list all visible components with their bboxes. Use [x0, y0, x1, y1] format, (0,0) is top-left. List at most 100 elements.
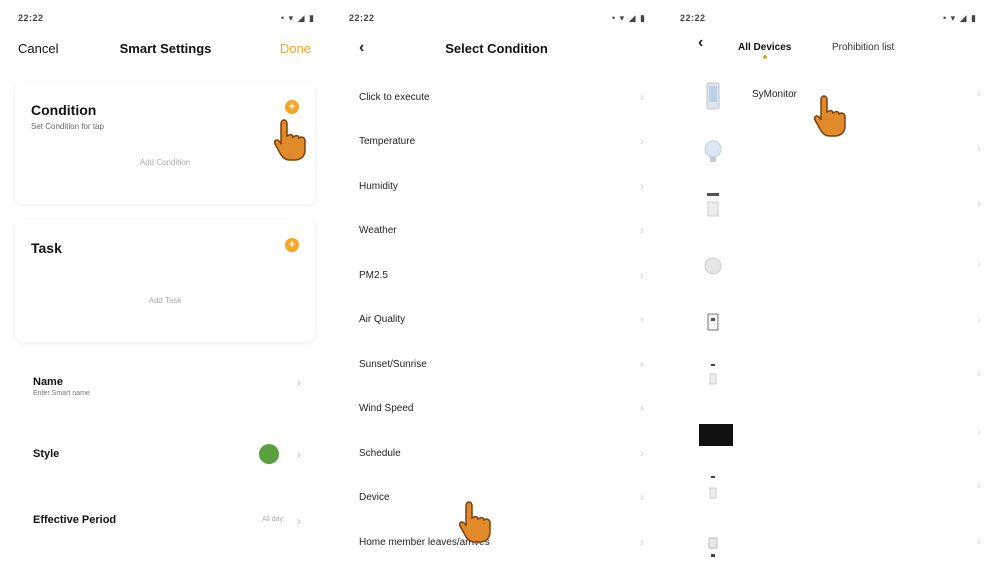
chevron-right-icon: ›: [640, 490, 644, 504]
chevron-right-icon: ›: [297, 376, 301, 390]
chevron-right-icon: ›: [640, 312, 644, 326]
chevron-right-icon: ›: [640, 223, 644, 237]
chevron-right-icon: ›: [977, 258, 981, 270]
condition-item-temperature[interactable]: Temperature ›: [359, 119, 644, 163]
chevron-right-icon: ›: [640, 446, 644, 460]
condition-item-pm25[interactable]: PM2.5 ›: [359, 253, 644, 297]
chevron-right-icon: ›: [640, 268, 644, 282]
round-device-icon: [704, 257, 722, 275]
back-arrow-icon[interactable]: ‹: [698, 34, 703, 52]
device-row[interactable]: ›: [702, 308, 981, 352]
name-sublabel: Enter Smart name: [33, 390, 90, 397]
device-row[interactable]: ›: [702, 530, 981, 566]
device-tabs: ‹ All Devices Prohibition list: [662, 34, 993, 62]
chevron-right-icon: ›: [640, 179, 644, 193]
name-label: Name: [33, 376, 63, 388]
task-title: Task: [31, 240, 62, 256]
name-row[interactable]: Name Enter Smart name ›: [33, 370, 301, 400]
style-row[interactable]: Style ›: [33, 442, 301, 472]
condition-label: Device: [359, 492, 390, 503]
effective-period-row[interactable]: Effective Period All day ›: [33, 508, 301, 538]
pointing-hand-icon: [273, 119, 306, 161]
sensor-device-icon: [709, 364, 717, 385]
chevron-right-icon: ›: [977, 368, 981, 380]
effective-period-label: Effective Period: [33, 514, 117, 526]
add-condition-hint[interactable]: Add Condition: [15, 158, 315, 167]
status-time: 22:22: [349, 13, 375, 23]
condition-subtitle: Set Condition for tap: [31, 122, 104, 131]
device-row[interactable]: ›: [702, 362, 981, 406]
condition-label: Temperature: [359, 136, 416, 147]
select-condition-screen: 22:22 • ▾ ◢ ▮ ‹ Select Condition Click t…: [331, 0, 662, 566]
condition-label: Air Quality: [359, 314, 406, 325]
chevron-right-icon: ›: [977, 536, 981, 548]
condition-item-schedule[interactable]: Schedule ›: [359, 431, 644, 475]
condition-title: Condition: [31, 102, 97, 118]
done-button[interactable]: Done: [280, 41, 311, 56]
plug-device-icon: [707, 313, 719, 331]
nav-bar: ‹ Select Condition: [331, 36, 662, 62]
condition-item-air-quality[interactable]: Air Quality ›: [359, 297, 644, 341]
condition-label: Click to execute: [359, 92, 430, 103]
chevron-right-icon: ›: [977, 426, 981, 438]
misc-device-icon: [708, 537, 718, 557]
condition-label: PM2.5: [359, 270, 388, 281]
device-name: SyMonitor: [752, 89, 798, 100]
effective-period-value: All day: [261, 516, 283, 523]
condition-label: Humidity: [359, 181, 398, 192]
device-list-screen: 22:22 • ▾ ◢ ▮ ‹ All Devices Prohibition …: [662, 0, 993, 566]
device-row[interactable]: ›: [702, 137, 981, 181]
chevron-right-icon: ›: [640, 90, 644, 104]
chevron-right-icon: ›: [977, 314, 981, 326]
chevron-right-icon: ›: [977, 480, 981, 492]
add-task-hint[interactable]: Add Task: [15, 296, 315, 305]
chevron-right-icon: ›: [640, 401, 644, 415]
condition-item-device[interactable]: Device ›: [359, 475, 644, 519]
status-bar: 22:22 • ▾ ◢ ▮: [0, 0, 331, 36]
chevron-right-icon: ›: [640, 357, 644, 371]
style-color-swatch[interactable]: [259, 444, 279, 464]
add-task-icon[interactable]: +: [285, 238, 299, 252]
chevron-right-icon: ›: [297, 448, 301, 462]
condition-item-click-to-execute[interactable]: Click to execute ›: [359, 75, 644, 119]
status-icons: • ▾ ◢ ▮: [942, 13, 977, 23]
status-icons: • ▾ ◢ ▮: [280, 13, 315, 23]
bulb-device-icon: [704, 140, 722, 162]
phone-device-icon: [706, 82, 720, 110]
chevron-right-icon: ›: [640, 134, 644, 148]
task-card[interactable]: Task + Add Task: [15, 220, 315, 342]
chevron-right-icon: ›: [977, 88, 981, 100]
condition-item-weather[interactable]: Weather ›: [359, 208, 644, 252]
condition-item-humidity[interactable]: Humidity ›: [359, 164, 644, 208]
device-row[interactable]: ›: [702, 474, 981, 518]
sensor-device-icon: [709, 476, 717, 499]
condition-item-sunset-sunrise[interactable]: Sunset/Sunrise ›: [359, 342, 644, 386]
condition-item-wind-speed[interactable]: Wind Speed ›: [359, 386, 644, 430]
page-title: Select Condition: [445, 41, 548, 56]
device-row[interactable]: ›: [699, 420, 981, 464]
condition-label: Sunset/Sunrise: [359, 359, 427, 370]
status-bar: 22:22 • ▾ ◢ ▮: [331, 0, 662, 36]
chevron-right-icon: ›: [977, 143, 981, 155]
tab-prohibition-list[interactable]: Prohibition list: [832, 42, 894, 53]
smart-settings-screen: 22:22 • ▾ ◢ ▮ Cancel Smart Settings Done…: [0, 0, 331, 566]
style-label: Style: [33, 448, 60, 460]
condition-label: Wind Speed: [359, 403, 414, 414]
nav-bar: Cancel Smart Settings Done: [0, 36, 331, 62]
device-row[interactable]: ›: [702, 252, 981, 296]
camera-device-icon: [699, 424, 733, 446]
condition-item-home-member[interactable]: Home member leaves/arrives ›: [359, 520, 644, 564]
chevron-right-icon: ›: [977, 198, 981, 210]
pointing-hand-icon: [813, 95, 846, 137]
status-icons: • ▾ ◢ ▮: [611, 13, 646, 23]
add-condition-icon[interactable]: +: [285, 100, 299, 114]
condition-label: Weather: [359, 225, 397, 236]
tab-all-devices[interactable]: All Devices: [738, 42, 791, 59]
status-time: 22:22: [18, 13, 44, 23]
condition-card[interactable]: Condition Set Condition for tap + Add Co…: [15, 82, 315, 204]
chevron-right-icon: ›: [297, 514, 301, 528]
pointing-hand-icon: [458, 501, 491, 543]
chevron-right-icon: ›: [640, 535, 644, 549]
device-row[interactable]: ›: [702, 192, 981, 236]
switch-device-icon: [707, 193, 719, 217]
